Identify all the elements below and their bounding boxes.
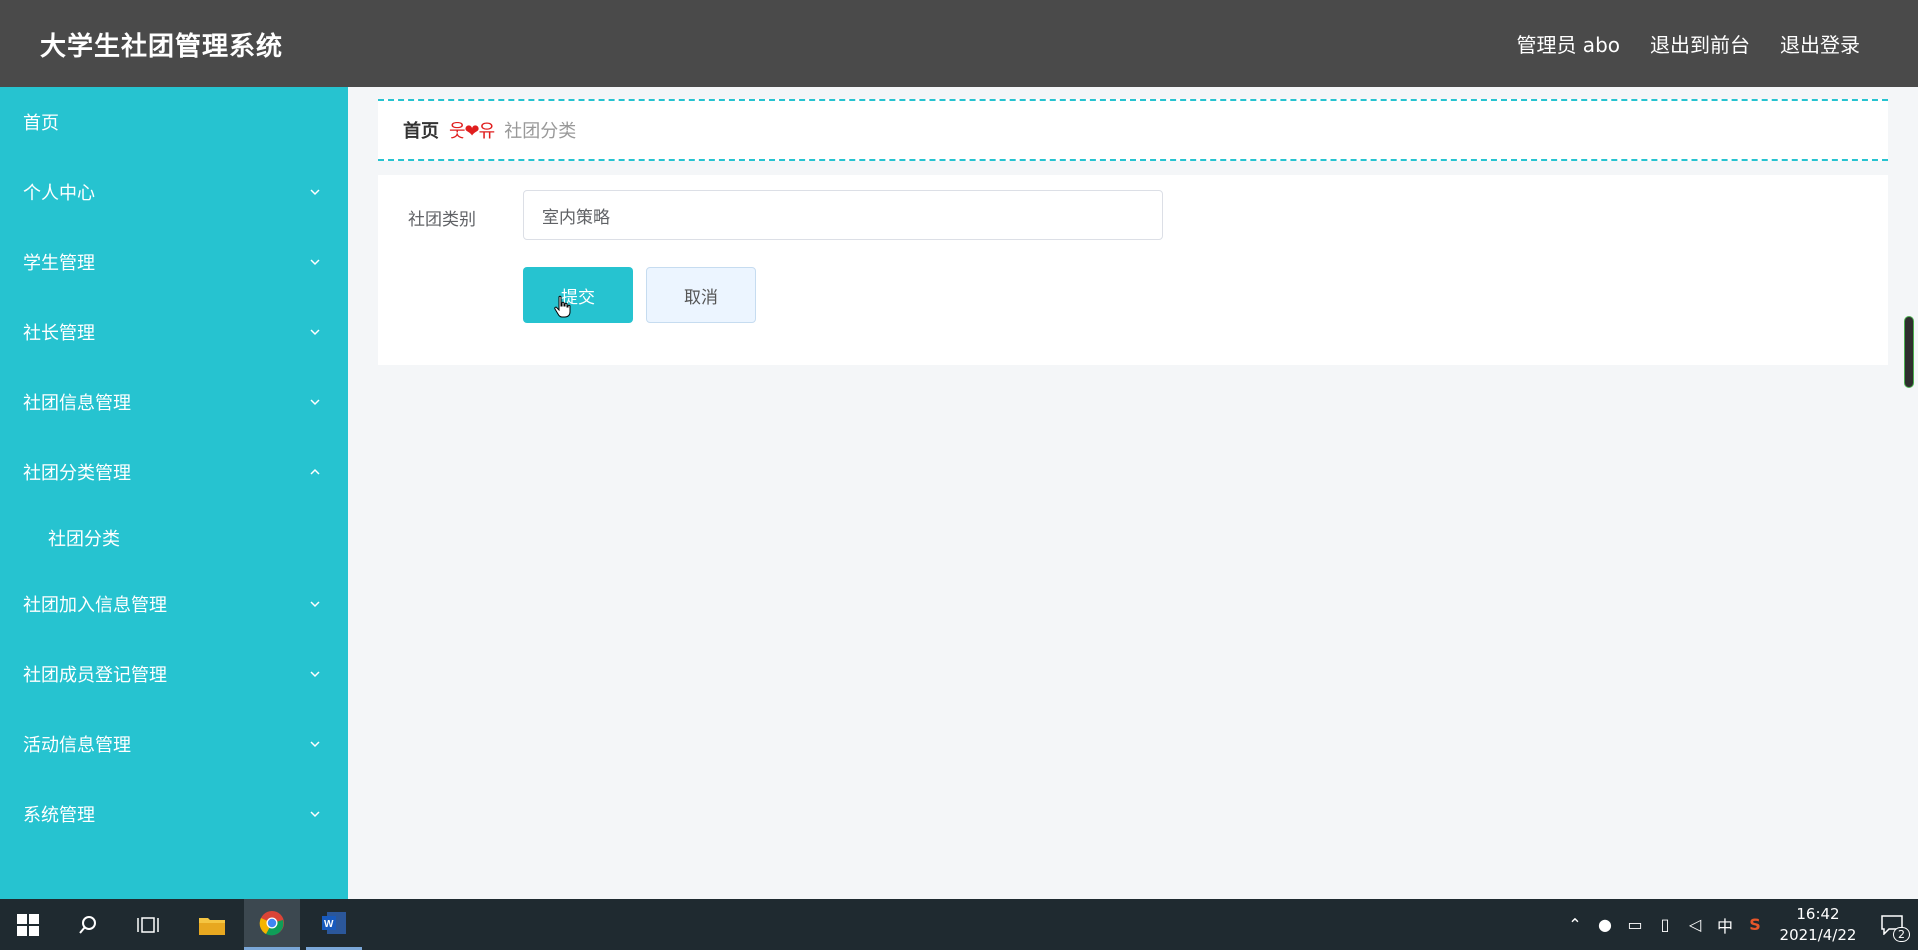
exit-to-front-link[interactable]: 退出到前台 (1650, 29, 1750, 58)
top-header: 大学生社团管理系统 管理员 abo 退出到前台 退出登录 (0, 0, 1918, 87)
main-content: 首页 웃❤유 社团分类 社团类别 提交 取消 (348, 87, 1918, 899)
sidebar-item-label: 社团加入信息管理 (23, 595, 167, 616)
sidebar-item-club-category-management[interactable]: 社团分类管理 (0, 437, 348, 507)
logout-link[interactable]: 退出登录 (1780, 29, 1860, 58)
chrome-icon[interactable] (244, 899, 300, 950)
hand-cursor-icon (554, 295, 571, 318)
chevron-down-icon (310, 399, 320, 406)
search-icon[interactable] (60, 899, 116, 950)
cancel-button[interactable]: 取消 (646, 267, 756, 323)
category-form: 社团类别 提交 取消 (378, 175, 1888, 365)
category-label: 社团类别 (408, 210, 476, 230)
sidebar-item-student-management[interactable]: 学生管理 (0, 227, 348, 297)
sidebar-item-club-info-management[interactable]: 社团信息管理 (0, 367, 348, 437)
sidebar-item-personal-center[interactable]: 个人中心 (0, 157, 348, 227)
sidebar-item-activity-management[interactable]: 活动信息管理 (0, 709, 348, 779)
sidebar-item-president-management[interactable]: 社长管理 (0, 297, 348, 367)
chevron-down-icon (310, 189, 320, 196)
chevron-down-icon (310, 601, 320, 608)
ime-indicator[interactable]: 中 (1710, 913, 1740, 937)
clock-time: 16:42 (1796, 904, 1840, 923)
sidebar-item-label: 活动信息管理 (23, 735, 131, 756)
sidebar-item-label: 社长管理 (23, 323, 95, 344)
battery-icon[interactable]: ▭ (1620, 915, 1650, 934)
sogou-ime-icon[interactable]: S (1740, 915, 1770, 934)
chevron-down-icon (310, 259, 320, 266)
sidebar-item-label: 系统管理 (23, 805, 95, 826)
scrollbar-thumb[interactable] (1904, 316, 1914, 388)
taskbar-clock[interactable]: 16:42 2021/4/22 (1770, 904, 1866, 946)
sidebar-item-label: 社团分类 (48, 529, 120, 550)
sidebar-item-label: 社团成员登记管理 (23, 665, 167, 686)
admin-user-link[interactable]: 管理员 abo (1516, 29, 1620, 58)
breadcrumb-separator: 웃❤유 (449, 121, 495, 142)
sidebar-item-club-join-management[interactable]: 社团加入信息管理 (0, 569, 348, 639)
task-view-icon[interactable] (120, 899, 176, 950)
breadcrumb: 首页 웃❤유 社团分类 (378, 99, 1888, 161)
breadcrumb-current: 社团分类 (504, 121, 577, 142)
chevron-up-icon (310, 468, 320, 475)
clock-date: 2021/4/22 (1779, 925, 1857, 944)
sidebar-item-member-registration-management[interactable]: 社团成员登记管理 (0, 639, 348, 709)
qq-icon[interactable]: ● (1590, 915, 1620, 934)
sidebar-item-label: 社团分类管理 (23, 463, 131, 484)
sidebar-item-label: 个人中心 (23, 183, 95, 204)
submit-button[interactable]: 提交 (523, 267, 633, 323)
svg-text:W: W (324, 919, 334, 930)
app-title: 大学生社团管理系统 (40, 32, 284, 62)
windows-taskbar: W ⌃ ● ▭ ▯ ◁ 中 S 16:42 2021/4/22 2 (0, 899, 1918, 950)
sidebar-item-label: 社团信息管理 (23, 393, 131, 414)
sidebar-item-label: 学生管理 (23, 253, 95, 274)
network-icon[interactable]: ▯ (1650, 915, 1680, 934)
volume-icon[interactable]: ◁ (1680, 915, 1710, 934)
chevron-down-icon (310, 671, 320, 678)
file-explorer-icon[interactable] (184, 899, 240, 950)
sidebar-item-label: 首页 (23, 113, 59, 134)
category-input[interactable] (523, 190, 1163, 240)
start-icon[interactable] (0, 899, 56, 950)
breadcrumb-home[interactable]: 首页 (403, 117, 439, 143)
notification-center-icon[interactable]: 2 (1866, 899, 1918, 950)
sidebar-item-system-management[interactable]: 系统管理 (0, 779, 348, 849)
chevron-down-icon (310, 329, 320, 336)
system-tray: ⌃ ● ▭ ▯ ◁ 中 S 16:42 2021/4/22 2 (1560, 899, 1918, 950)
word-icon[interactable]: W (306, 899, 362, 950)
sidebar-subitem-club-category[interactable]: 社团分类 (0, 507, 348, 569)
chevron-down-icon (310, 811, 320, 818)
sidebar-item-home[interactable]: 首页 (0, 87, 348, 157)
chevron-down-icon (310, 741, 320, 748)
header-nav: 管理员 abo 退出到前台 退出登录 (1516, 29, 1860, 58)
sidebar: 首页 个人中心 学生管理 社长管理 社团信息管理 社团分类管理 社团分类 社团加… (0, 87, 348, 899)
chevron-up-icon[interactable]: ⌃ (1560, 915, 1590, 934)
notification-count-badge: 2 (1893, 927, 1910, 942)
